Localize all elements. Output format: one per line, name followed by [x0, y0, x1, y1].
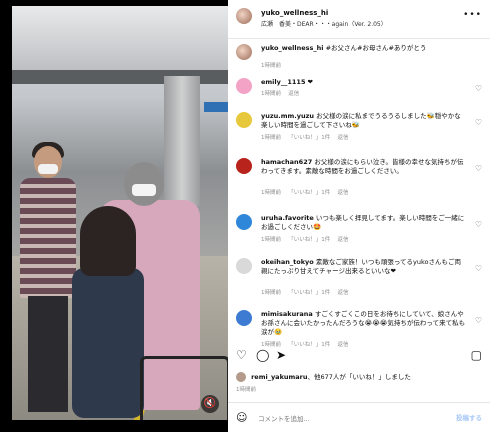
avatar[interactable] — [236, 214, 252, 230]
muted-speaker-icon[interactable]: 🔇 — [201, 395, 219, 413]
man-mask — [132, 184, 156, 196]
smile-icon[interactable]: ☺ — [236, 411, 247, 424]
avatar[interactable] — [236, 8, 252, 24]
post-time: 1時間前 — [236, 387, 256, 393]
avatar[interactable] — [236, 78, 252, 94]
comment-text: okeihan_tokyo 素敵なご家族！いつも頑張ってるyukoさんもご両親に… — [261, 258, 466, 276]
child-body — [72, 268, 144, 418]
comment-icon[interactable]: ◯ — [256, 348, 269, 362]
likes-count[interactable]: 「いいね！」1件 — [288, 290, 330, 296]
avatar[interactable] — [236, 310, 252, 326]
likes-count[interactable]: 「いいね！」1件 — [288, 190, 330, 196]
heart-icon[interactable]: ♡ — [475, 220, 482, 229]
comment-username[interactable]: yuzu.mm.yuzu — [261, 112, 314, 120]
video-player[interactable]: 🔇 — [0, 0, 228, 432]
caption-hashtags[interactable]: #お父さん#お母さん#ありがとう — [326, 44, 427, 52]
comment-meta: 1時間前 「いいね！」1件 返信 — [261, 288, 349, 296]
avatar[interactable] — [236, 258, 252, 274]
comment-time: 1時間前 — [261, 135, 281, 141]
comment-time: 1時間前 — [261, 237, 281, 243]
comment-composer: ☺ 投稿する — [228, 402, 490, 433]
comment-text: mimisakurana すごくすごくこの日をお待ちにしていて、娘さんやお孫さん… — [261, 310, 466, 337]
comment-text: emily__1115 ❤ — [261, 78, 466, 87]
avatar[interactable] — [236, 158, 252, 174]
post-username[interactable]: yuko_wellness_hi — [261, 9, 328, 17]
child-hair — [80, 206, 136, 276]
comment-text: yuzu.mm.yuzu お父様の涙に私までうるうるしました🐝穏やかな楽しい時間… — [261, 112, 466, 130]
comment-time: 1時間前 — [261, 290, 281, 296]
reply-button[interactable]: 返信 — [338, 290, 349, 296]
likes-summary[interactable]: remi_yakumaru、他677人が「いいね！」しました — [236, 371, 411, 382]
likes-text: 、他677人が「いいね！」しました — [307, 373, 411, 381]
scene-sign — [204, 102, 228, 112]
comment-body: ❤ — [307, 78, 313, 86]
heart-icon[interactable]: ♡ — [475, 316, 482, 325]
woman-body — [20, 178, 76, 298]
comment-time: 1時間前 — [261, 91, 281, 97]
post-panel: yuko_wellness_hi 広瀬 香美・DEAR・・・again（Ver.… — [228, 0, 490, 432]
woman-figure — [16, 142, 80, 416]
heart-icon[interactable]: ♡ — [475, 84, 482, 93]
post-header: yuko_wellness_hi 広瀬 香美・DEAR・・・again（Ver.… — [228, 0, 490, 39]
avatar — [236, 372, 246, 382]
comment-meta: 1時間前 「いいね！」1件 返信 — [261, 188, 349, 196]
comment-username[interactable]: okeihan_tokyo — [261, 258, 314, 266]
scene-ceiling — [12, 6, 228, 76]
caption-text: yuko_wellness_hi #お父さん#お母さん#ありがとう — [261, 44, 466, 53]
airport-video-frame[interactable] — [12, 6, 228, 420]
avatar[interactable] — [236, 112, 252, 128]
bookmark-icon[interactable]: ▢ — [471, 348, 482, 362]
caption-username[interactable]: yuko_wellness_hi — [261, 44, 323, 52]
reply-button[interactable]: 返信 — [338, 135, 349, 141]
comment-username[interactable]: hamachan627 — [261, 158, 312, 166]
post-actions: ♡ ◯ ➤ ▢ — [228, 346, 490, 366]
comment-username[interactable]: uruha.favorite — [261, 214, 314, 222]
post-comment-button[interactable]: 投稿する — [456, 412, 482, 422]
comment-input[interactable] — [256, 411, 440, 427]
send-icon[interactable]: ➤ — [276, 348, 286, 362]
comment-username[interactable]: mimisakurana — [261, 310, 313, 318]
woman-mask — [38, 164, 58, 174]
heart-icon[interactable]: ♡ — [236, 348, 247, 362]
heart-icon[interactable]: ♡ — [475, 118, 482, 127]
comment-meta: 1時間前 返信 — [261, 89, 299, 97]
reply-button[interactable]: 返信 — [338, 190, 349, 196]
comment-text: hamachan627 お父様の涙にもらい泣き。皆様の幸せな気持ちが伝わってきま… — [261, 158, 466, 176]
instagram-post-window: 🔇 yuko_wellness_hi 広瀬 香美・DEAR・・・again（Ve… — [0, 0, 490, 432]
reply-button[interactable]: 返信 — [338, 237, 349, 243]
comments-list[interactable]: yuko_wellness_hi #お父さん#お母さん#ありがとう 1時間前 e… — [228, 38, 490, 348]
caption-time: 1時間前 — [261, 63, 281, 69]
ellipsis-icon[interactable]: ••• — [463, 10, 482, 20]
comment-username[interactable]: emily__1115 — [261, 78, 305, 86]
avatar[interactable] — [236, 44, 252, 60]
comment-meta: 1時間前 「いいね！」1件 返信 — [261, 235, 349, 243]
reply-button[interactable]: 返信 — [288, 91, 299, 97]
likes-count[interactable]: 「いいね！」1件 — [288, 135, 330, 141]
heart-icon[interactable]: ♡ — [475, 164, 482, 173]
heart-icon[interactable]: ♡ — [475, 264, 482, 273]
comment-text: uruha.favorite いつも楽しく拝見してます。楽しい時間をご一緒にお過… — [261, 214, 466, 232]
liker-username[interactable]: remi_yakumaru — [251, 373, 307, 381]
woman-legs — [28, 296, 68, 412]
comment-meta: 1時間前 「いいね！」1件 返信 — [261, 133, 349, 141]
likes-count[interactable]: 「いいね！」1件 — [288, 237, 330, 243]
comment-time: 1時間前 — [261, 190, 281, 196]
audio-subtitle[interactable]: 広瀬 香美・DEAR・・・again（Ver. 2.05） — [261, 19, 387, 28]
